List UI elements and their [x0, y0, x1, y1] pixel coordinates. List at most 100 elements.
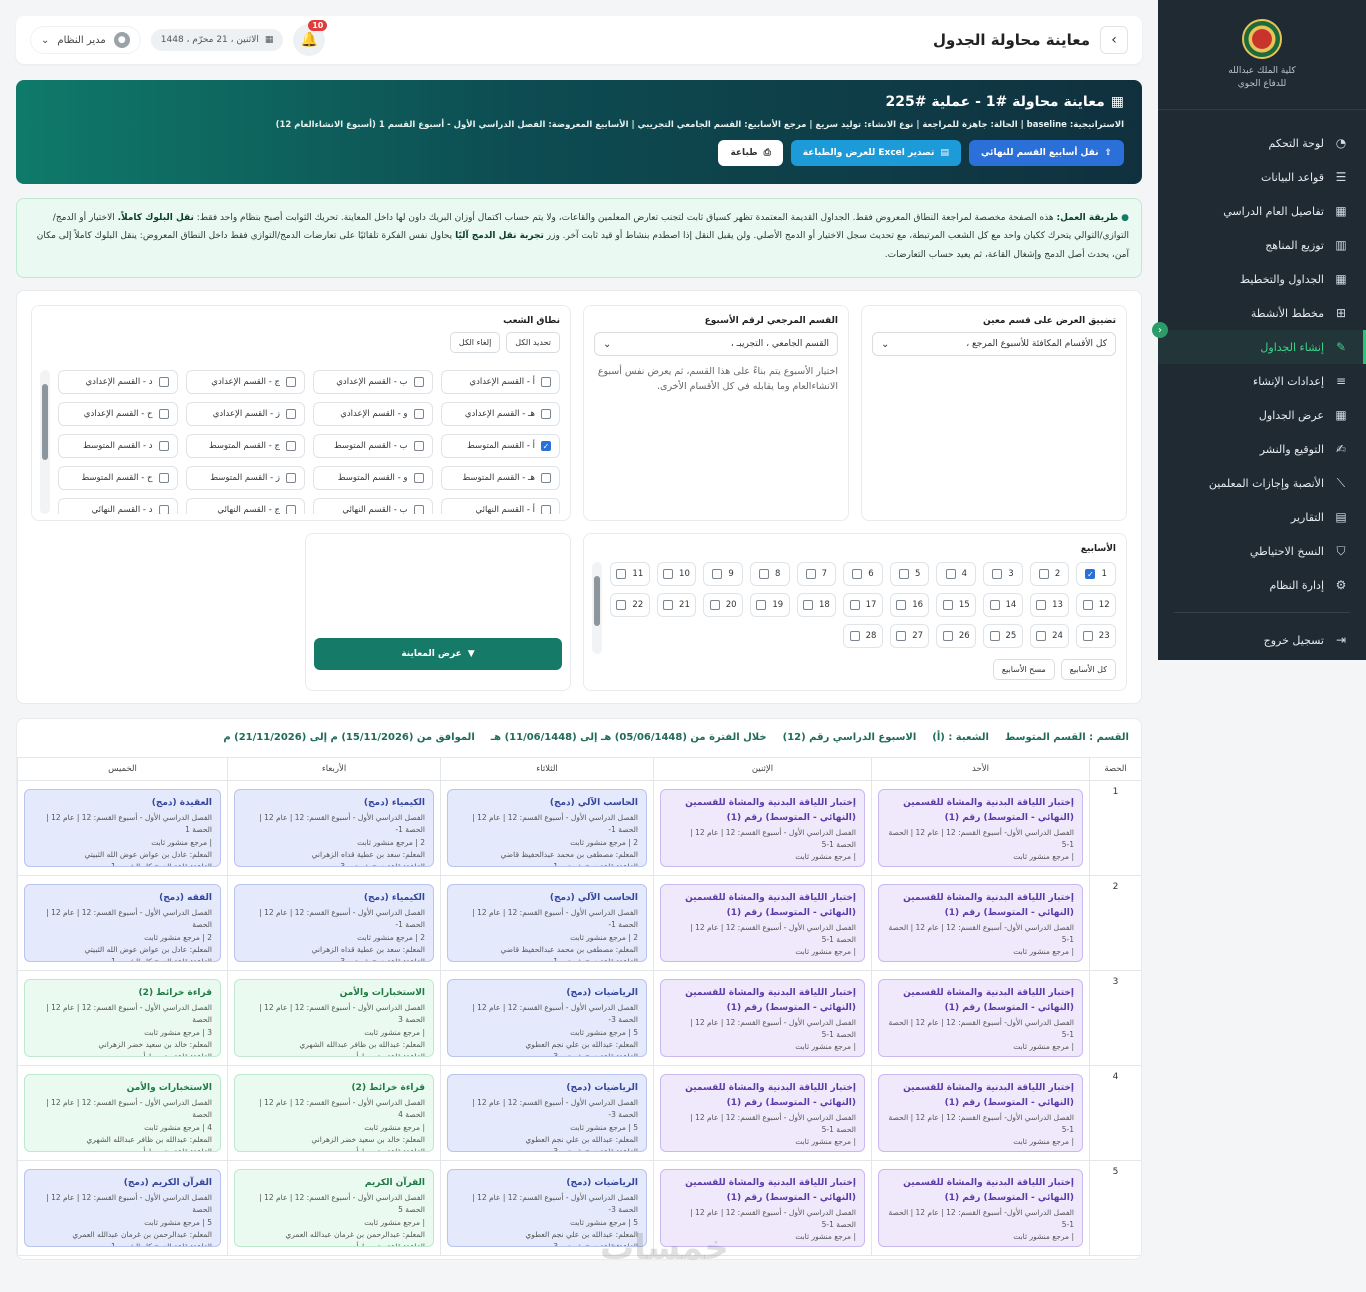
- week-checkbox[interactable]: 2: [1029, 562, 1070, 586]
- checkbox[interactable]: [286, 377, 296, 387]
- lesson-card[interactable]: الكيمياء (دمج) الفصل الدراسي الأول - أسبو…: [234, 789, 434, 867]
- week-checkbox[interactable]: 1 ✓: [1076, 562, 1116, 586]
- week-checkbox[interactable]: 16: [889, 593, 930, 617]
- checkbox[interactable]: [712, 569, 723, 579]
- export-excel-button[interactable]: ▤ تصدير Excel للعرض والطباعة: [790, 140, 961, 166]
- checkbox[interactable]: [413, 473, 424, 483]
- section-checkbox[interactable]: ✓ أ - القسم المتوسط: [440, 434, 560, 458]
- checkbox[interactable]: [286, 473, 296, 483]
- week-checkbox[interactable]: 6: [843, 562, 883, 586]
- section-checkbox[interactable]: هـ - القسم الإعدادي: [440, 402, 560, 426]
- sections-scrollbar[interactable]: [40, 370, 50, 514]
- sidebar-item[interactable]: ≡ إعدادات الإنشاء: [1158, 364, 1366, 398]
- lesson-card[interactable]: إختبار اللياقة البدنية والمشاة للقسمين (…: [878, 1074, 1083, 1152]
- week-checkbox[interactable]: 25: [983, 624, 1023, 648]
- checkbox[interactable]: [802, 600, 813, 610]
- checkbox[interactable]: [942, 631, 953, 641]
- lesson-card[interactable]: قراءة خرائط (2) الفصل الدراسي الأول - أسب…: [24, 979, 221, 1057]
- checkbox[interactable]: [286, 505, 296, 514]
- checkbox[interactable]: [1036, 631, 1047, 641]
- sidebar-item[interactable]: ▤ التقارير: [1158, 500, 1366, 534]
- sidebar-item[interactable]: ☰ قواعد البيانات: [1158, 160, 1366, 194]
- week-checkbox[interactable]: 19: [749, 593, 790, 617]
- checkbox[interactable]: [989, 600, 1000, 610]
- sidebar-item[interactable]: ✍ التوقيع والنشر: [1158, 432, 1366, 466]
- lesson-card[interactable]: قراءة خرائط (2) الفصل الدراسي الأول - أسب…: [234, 1074, 434, 1152]
- show-preview-button[interactable]: ▼ عرض المعاينة: [314, 638, 562, 670]
- checkbox[interactable]: [1038, 569, 1049, 579]
- checkbox[interactable]: [286, 409, 296, 419]
- week-checkbox[interactable]: 3: [983, 562, 1023, 586]
- checkbox[interactable]: [541, 505, 551, 514]
- checkbox[interactable]: [158, 377, 169, 387]
- sidebar-item[interactable]: ▦ تفاصيل العام الدراسي: [1158, 194, 1366, 228]
- week-checkbox[interactable]: 15: [936, 593, 977, 617]
- checkbox[interactable]: [663, 600, 674, 610]
- checkbox[interactable]: [896, 631, 907, 641]
- week-checkbox[interactable]: 22: [610, 593, 650, 617]
- checkbox[interactable]: [849, 600, 860, 610]
- clear-all-sections-button[interactable]: إلغاء الكل: [449, 332, 501, 353]
- week-checkbox[interactable]: 27: [889, 624, 930, 648]
- lesson-card[interactable]: إختبار اللياقة البدنية والمشاة للقسمين (…: [660, 884, 865, 962]
- section-checkbox[interactable]: أ - القسم النهائي: [440, 498, 560, 514]
- checkbox[interactable]: [663, 569, 674, 579]
- sidebar-item[interactable]: ⟋ الأنصبة وإجازات المعلمين: [1158, 466, 1366, 500]
- sidebar-item[interactable]: ▦ عرض الجداول: [1158, 398, 1366, 432]
- checkbox[interactable]: [1036, 600, 1047, 610]
- sidebar-item[interactable]: ⛉ النسخ الاحتياطي: [1158, 534, 1366, 568]
- checkbox[interactable]: [413, 377, 424, 387]
- transfer-weeks-button[interactable]: ⇪ نقل أسابيع القسم للنهائي: [968, 140, 1124, 166]
- select-all-sections-button[interactable]: تحديد الكل: [506, 332, 560, 353]
- week-checkbox[interactable]: 8: [749, 562, 790, 586]
- week-checkbox[interactable]: 18: [796, 593, 837, 617]
- section-checkbox[interactable]: د - القسم النهائي: [58, 498, 178, 514]
- lesson-card[interactable]: الحاسب الآلي (دمج) الفصل الدراسي الأول - …: [447, 884, 647, 962]
- lesson-card[interactable]: إختبار اللياقة البدنية والمشاة للقسمين (…: [878, 789, 1083, 867]
- checkbox[interactable]: [616, 569, 627, 579]
- checkbox[interactable]: [1082, 631, 1093, 641]
- lesson-card[interactable]: إختبار اللياقة البدنية والمشاة للقسمين (…: [660, 979, 865, 1057]
- checkbox[interactable]: [852, 569, 863, 579]
- section-checkbox[interactable]: ب - القسم الإعدادي: [313, 370, 433, 394]
- week-checkbox[interactable]: 24: [1029, 624, 1070, 648]
- checkbox[interactable]: ✓: [1085, 569, 1096, 579]
- lesson-card[interactable]: إختبار اللياقة البدنية والمشاة للقسمين (…: [878, 979, 1083, 1057]
- checkbox[interactable]: [158, 441, 169, 451]
- section-checkbox[interactable]: ز - القسم المتوسط: [185, 466, 305, 490]
- lesson-card[interactable]: الاستخبارات والأمن الفصل الدراسي الأول - …: [24, 1074, 221, 1152]
- lesson-card[interactable]: الكيمياء (دمج) الفصل الدراسي الأول - أسبو…: [234, 884, 434, 962]
- reference-select[interactable]: القسم الجامعي ، التجريبـ ، ⌄: [594, 332, 838, 356]
- checkbox[interactable]: [756, 600, 767, 610]
- checkbox[interactable]: [413, 409, 424, 419]
- section-checkbox[interactable]: ج - القسم النهائي: [185, 498, 305, 514]
- section-checkbox[interactable]: ب - القسم المتوسط: [313, 434, 433, 458]
- section-checkbox[interactable]: ح - القسم الإعدادي: [58, 402, 178, 426]
- checkbox[interactable]: [541, 409, 551, 419]
- sidebar-item[interactable]: ▥ توزيع المناهج: [1158, 228, 1366, 262]
- section-checkbox[interactable]: د - القسم الإعدادي: [58, 370, 178, 394]
- checkbox[interactable]: [942, 600, 953, 610]
- checkbox[interactable]: [541, 377, 551, 387]
- week-checkbox[interactable]: 28: [843, 624, 883, 648]
- weeks-scrollbar[interactable]: [592, 562, 602, 654]
- checkbox[interactable]: [413, 505, 424, 514]
- week-checkbox[interactable]: 26: [936, 624, 977, 648]
- checkbox[interactable]: [805, 569, 816, 579]
- week-checkbox[interactable]: 4: [936, 562, 977, 586]
- week-checkbox[interactable]: 23: [1076, 624, 1116, 648]
- section-checkbox[interactable]: و - القسم المتوسط: [313, 466, 433, 490]
- week-checkbox[interactable]: 11: [610, 562, 650, 586]
- section-checkbox[interactable]: أ - القسم الإعدادي: [440, 370, 560, 394]
- week-checkbox[interactable]: 7: [796, 562, 837, 586]
- section-checkbox[interactable]: و - القسم الإعدادي: [313, 402, 433, 426]
- lesson-card[interactable]: إختبار اللياقة البدنية والمشاة للقسمين (…: [660, 1074, 865, 1152]
- checkbox[interactable]: [896, 600, 907, 610]
- section-checkbox[interactable]: ح - القسم المتوسط: [58, 466, 178, 490]
- section-checkbox[interactable]: ب - القسم النهائي: [313, 498, 433, 514]
- checkbox[interactable]: [945, 569, 956, 579]
- week-checkbox[interactable]: 5: [889, 562, 930, 586]
- checkbox[interactable]: [759, 569, 770, 579]
- week-checkbox[interactable]: 12: [1076, 593, 1116, 617]
- section-checkbox[interactable]: هـ - القسم المتوسط: [440, 466, 560, 490]
